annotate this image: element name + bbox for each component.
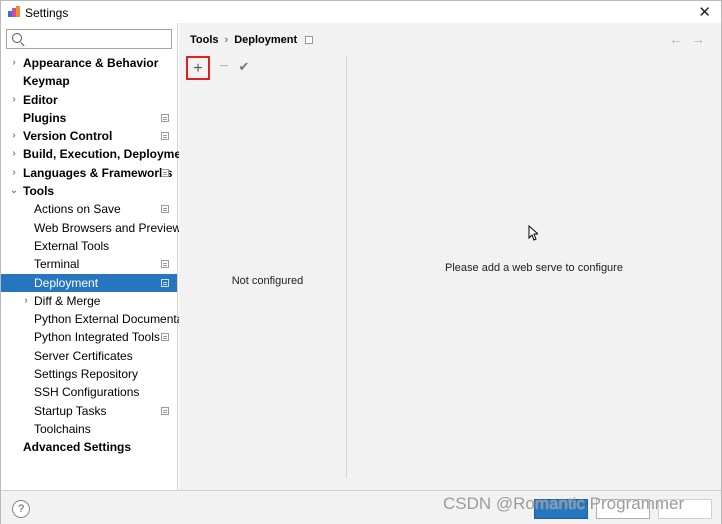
sidebar-item-label: Settings Repository [34, 367, 139, 382]
help-button[interactable]: ? [12, 500, 30, 518]
breadcrumb: Tools › Deployment [190, 34, 314, 46]
search-icon [12, 33, 22, 43]
dialog-footer: ? [1, 490, 721, 524]
chevron-right-icon[interactable]: › [9, 164, 19, 182]
sidebar-item-label: Deployment [34, 275, 99, 290]
project-scope-icon [161, 132, 169, 141]
sidebar-item-label: Web Browsers and Preview [34, 220, 182, 235]
sidebar-item[interactable]: Startup Tasks [1, 402, 177, 420]
settings-window: Settings ✕ › Appearance & Behavior Keymap ›… [0, 0, 722, 524]
breadcrumb-separator: › [224, 34, 229, 46]
server-details-empty-text: Please add a web serve to configure [445, 262, 623, 274]
chevron-right-icon[interactable]: › [9, 91, 19, 109]
sidebar-item[interactable]: Terminal [1, 255, 177, 273]
sidebar-item-label: Terminal [34, 257, 80, 272]
sidebar-item-label: Actions on Save [34, 202, 121, 217]
project-scope-icon [161, 278, 169, 287]
chevron-right-icon[interactable]: › [9, 54, 19, 72]
sidebar-item[interactable]: › Editor [1, 91, 177, 109]
project-scope-icon [161, 168, 169, 177]
sidebar-item-label: Startup Tasks [34, 403, 107, 418]
cancel-button[interactable] [596, 499, 650, 519]
sidebar-item[interactable]: Deployment [1, 273, 177, 292]
close-icon[interactable]: ✕ [698, 3, 711, 21]
sidebar-item[interactable]: Python Integrated Tools [1, 328, 177, 346]
project-scope-icon [305, 36, 314, 44]
project-scope-icon [161, 333, 169, 342]
sidebar-item-label: Keymap [23, 74, 70, 89]
chevron-right-icon[interactable]: › [9, 145, 19, 163]
sidebar-item-label: Advanced Settings [23, 440, 132, 455]
project-scope-icon [161, 205, 169, 214]
sidebar-item-label: Server Certificates [34, 348, 133, 363]
sidebar-item[interactable]: ⌄ Tools [1, 182, 177, 200]
ok-button[interactable] [534, 499, 588, 519]
project-scope-icon [161, 113, 169, 122]
mouse-cursor-icon [528, 225, 538, 241]
sidebar-item-label: Languages & Frameworks [23, 165, 173, 180]
chevron-right-icon[interactable]: › [21, 292, 31, 310]
title-bar: Settings ✕ [1, 1, 721, 23]
sidebar-item-label: Version Control [23, 129, 113, 144]
project-scope-icon [161, 260, 169, 269]
breadcrumb-current: Deployment [234, 34, 298, 46]
sidebar-item[interactable]: Server Certificates [1, 347, 177, 365]
sidebar-item[interactable]: Toolchains [1, 420, 177, 438]
check-icon[interactable]: ✔ [232, 56, 256, 80]
sidebar-item-label: SSH Configurations [34, 385, 140, 400]
sidebar-item[interactable]: › Appearance & Behavior [1, 54, 177, 72]
sidebar-item-label: Python External Documentation [34, 312, 203, 327]
sidebar-item[interactable]: Plugins [1, 109, 177, 127]
sidebar-item-label: Appearance & Behavior [23, 56, 159, 70]
back-arrow-icon[interactable]: ← [669, 31, 691, 47]
window-title: Settings [25, 6, 69, 20]
search-field[interactable] [6, 29, 172, 49]
deployment-panel: Tools › Deployment ←→ + − ✔ Not configured… [179, 23, 721, 490]
sidebar-item-label: Build, Execution, Deployment [23, 147, 193, 162]
breadcrumb-parent[interactable]: Tools [190, 34, 219, 46]
add-server-button[interactable]: + [186, 56, 210, 80]
project-scope-icon [161, 406, 169, 415]
navigation-arrows: ←→ [669, 31, 713, 47]
sidebar-item[interactable]: External Tools [1, 237, 177, 255]
chevron-down-icon[interactable]: ⌄ [9, 182, 19, 200]
sidebar-item-label: Editor [23, 92, 58, 107]
sidebar-item[interactable]: Keymap [1, 72, 177, 90]
servers-empty-text: Not configured [231, 275, 304, 287]
forward-arrow-icon[interactable]: → [691, 31, 713, 47]
sidebar-item[interactable]: Actions on Save [1, 200, 177, 218]
sidebar-item[interactable]: Web Browsers and Preview [1, 219, 181, 237]
sidebar-item-label: Python Integrated Tools [34, 330, 160, 345]
sidebar-item[interactable]: Python External Documentation [1, 310, 203, 328]
settings-sidebar: › Appearance & Behavior Keymap › Editor Plugi… [1, 23, 203, 490]
apply-button[interactable] [658, 499, 712, 519]
sidebar-item-label: External Tools [34, 238, 110, 253]
sidebar-item-label: Plugins [23, 110, 67, 125]
search-input[interactable] [27, 31, 167, 47]
sidebar-item[interactable]: Settings Repository [1, 365, 177, 383]
sidebar-item[interactable]: › Diff & Merge [1, 292, 177, 310]
sidebar-item[interactable]: › Build, Execution, Deployment [1, 145, 192, 163]
sidebar-item[interactable]: › Version Control [1, 127, 177, 145]
settings-tree: › Appearance & Behavior Keymap › Editor Plugi… [1, 54, 203, 457]
sidebar-item-label: Diff & Merge [34, 293, 101, 308]
sidebar-item[interactable]: Advanced Settings [1, 438, 177, 456]
app-icon [8, 6, 20, 17]
sidebar-item-label: Toolchains [34, 421, 91, 436]
sidebar-item[interactable]: › Languages & Frameworks [1, 164, 177, 182]
sidebar-item[interactable]: SSH Configurations [1, 383, 177, 401]
sidebar-item-label: Tools [23, 184, 55, 199]
chevron-right-icon[interactable]: › [9, 127, 19, 145]
